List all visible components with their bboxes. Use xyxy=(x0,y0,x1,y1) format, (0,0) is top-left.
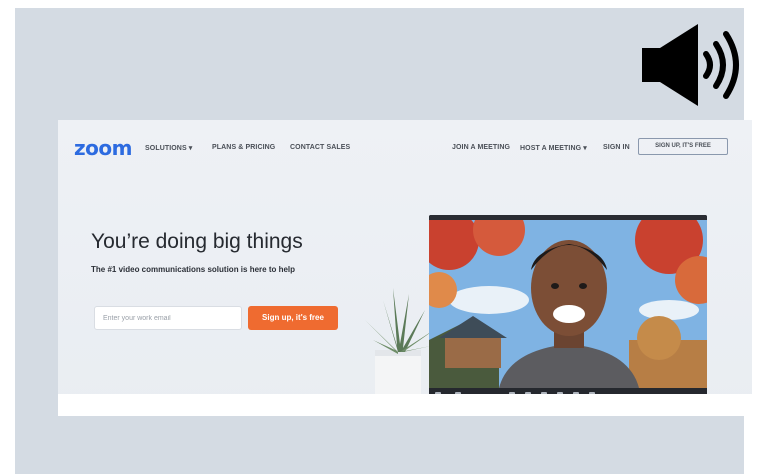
signup-button[interactable]: Sign up, it's free xyxy=(248,306,338,330)
video-call-preview xyxy=(429,215,707,406)
hero-headline: You’re doing big things xyxy=(91,230,303,253)
zoom-logo[interactable]: zoom xyxy=(74,136,132,160)
nav-signup-button[interactable]: SIGN UP, IT'S FREE xyxy=(638,138,728,155)
nav-join-meeting[interactable]: JOIN A MEETING xyxy=(452,144,510,151)
speaker-icon[interactable] xyxy=(640,20,744,110)
nav-sign-in[interactable]: SIGN IN xyxy=(603,144,630,151)
zoom-website: zoom SOLUTIONS ▾ PLANS & PRICING CONTACT… xyxy=(58,120,752,416)
video-call-image xyxy=(429,220,707,388)
top-nav: zoom SOLUTIONS ▾ PLANS & PRICING CONTACT… xyxy=(58,120,752,176)
email-input[interactable] xyxy=(94,306,242,330)
nav-plans-pricing[interactable]: PLANS & PRICING xyxy=(212,144,275,151)
nav-solutions[interactable]: SOLUTIONS ▾ xyxy=(145,144,192,152)
hero-subhead: The #1 video communications solution is … xyxy=(91,265,296,274)
nav-contact-sales[interactable]: CONTACT SALES xyxy=(290,144,350,151)
page-footer-strip xyxy=(58,394,752,416)
nav-host-meeting[interactable]: HOST A MEETING ▾ xyxy=(520,144,587,152)
